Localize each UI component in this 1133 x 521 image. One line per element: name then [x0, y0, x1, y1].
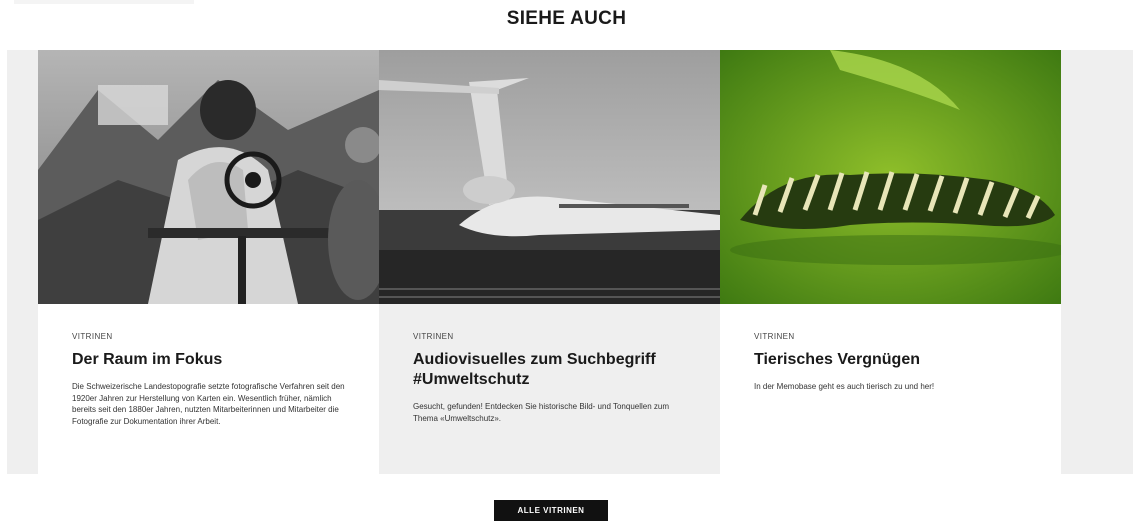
vitrine-card-tierisches-vergnuegen[interactable]: VITRINEN Tierisches Vergnügen In der Mem… [720, 50, 1061, 474]
see-also-section: SIEHE AUCH VITRINEN Der Raum im Fokus Di… [0, 0, 1133, 521]
vitrine-card-umweltschutz[interactable]: VITRINEN Audiovisuelles zum Suchbegriff … [379, 50, 720, 474]
card-description: Gesucht, gefunden! Entdecken Sie histori… [413, 402, 670, 423]
card-title[interactable]: Audiovisuelles zum Suchbegriff #Umweltsc… [413, 350, 686, 390]
card-category: VITRINEN [72, 332, 113, 341]
card-title[interactable]: Der Raum im Fokus [72, 350, 345, 370]
section-title: SIEHE AUCH [506, 8, 627, 29]
airplane-photo [379, 50, 720, 304]
card-description: Die Schweizerische Landestopografie setz… [72, 382, 345, 426]
card-title[interactable]: Tierisches Vergnügen [754, 350, 1027, 370]
card-category: VITRINEN [754, 332, 795, 341]
card-category: VITRINEN [413, 332, 454, 341]
caterpillar-photo [720, 50, 1061, 304]
header-remnant [14, 0, 194, 4]
vitrine-card-raum-im-fokus[interactable]: VITRINEN Der Raum im Fokus Die Schweizer… [38, 50, 379, 474]
card-image-airplane-photo[interactable] [379, 50, 720, 304]
card-image-surveyor-photo[interactable] [38, 50, 379, 304]
surveyor-photo [38, 50, 379, 304]
card-description: In der Memobase geht es auch tierisch zu… [754, 382, 935, 391]
all-vitrines-button[interactable]: ALLE VITRINEN [494, 500, 608, 521]
card-image-caterpillar-photo[interactable] [720, 50, 1061, 304]
